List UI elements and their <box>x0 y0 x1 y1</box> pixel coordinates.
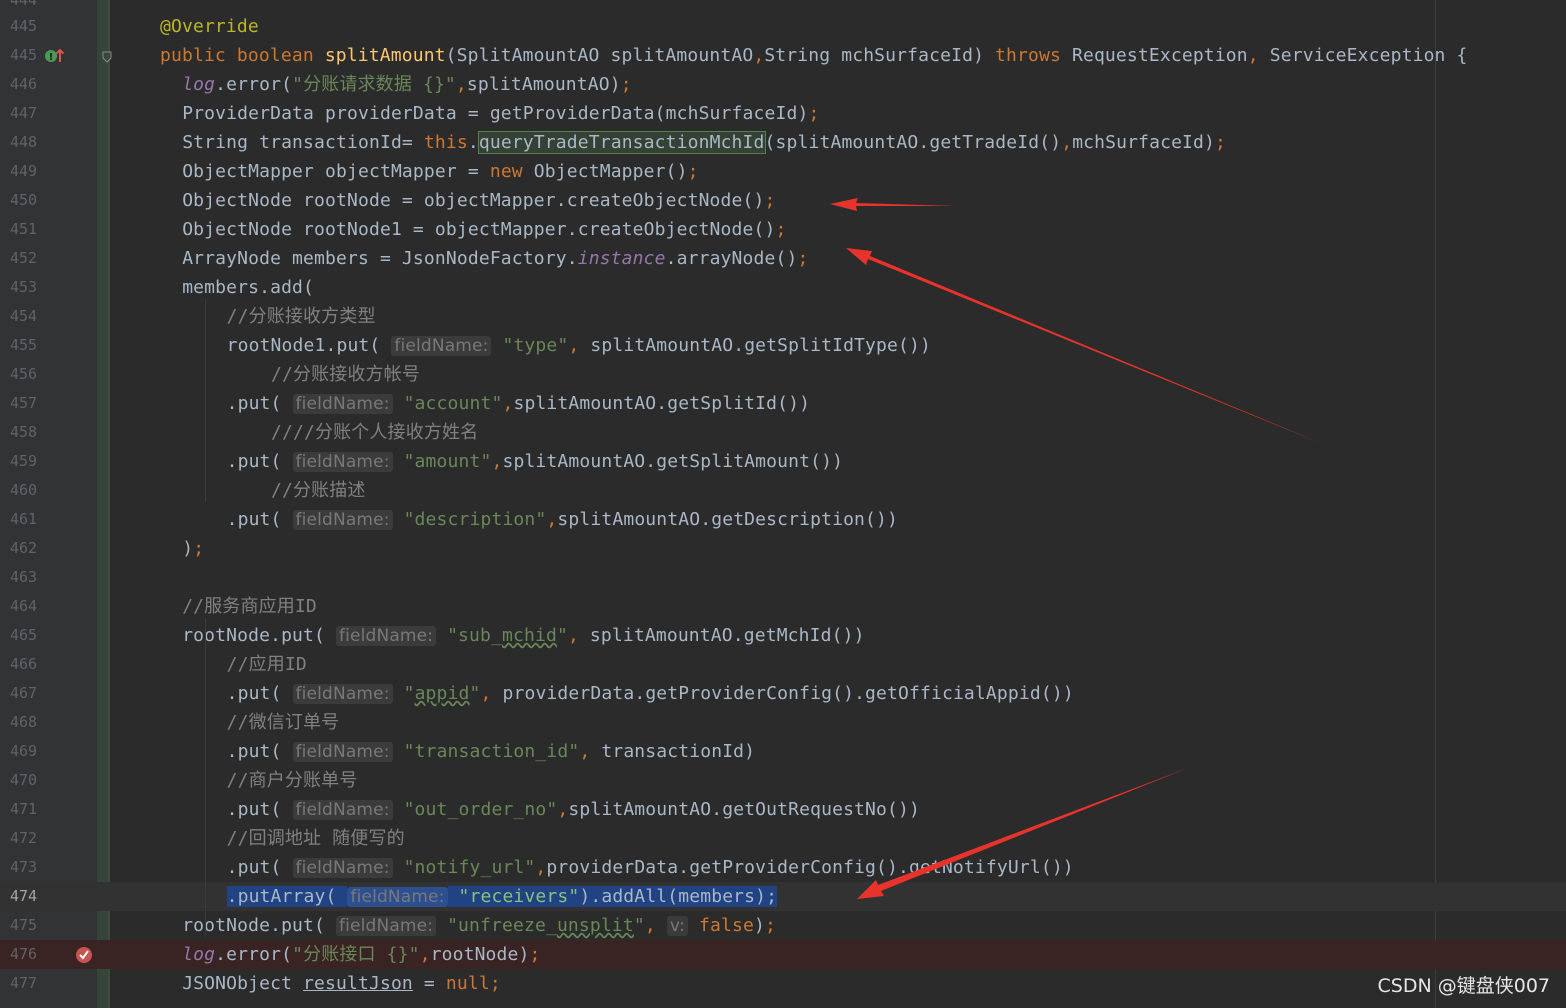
annotation-arrow-icon <box>830 198 955 211</box>
annotation-arrow-icon <box>846 248 1323 444</box>
annotation-arrow-icon <box>857 768 1188 899</box>
watermark: CSDN @键盘侠007 <box>1377 975 1550 997</box>
annotation-arrows <box>830 198 1323 899</box>
